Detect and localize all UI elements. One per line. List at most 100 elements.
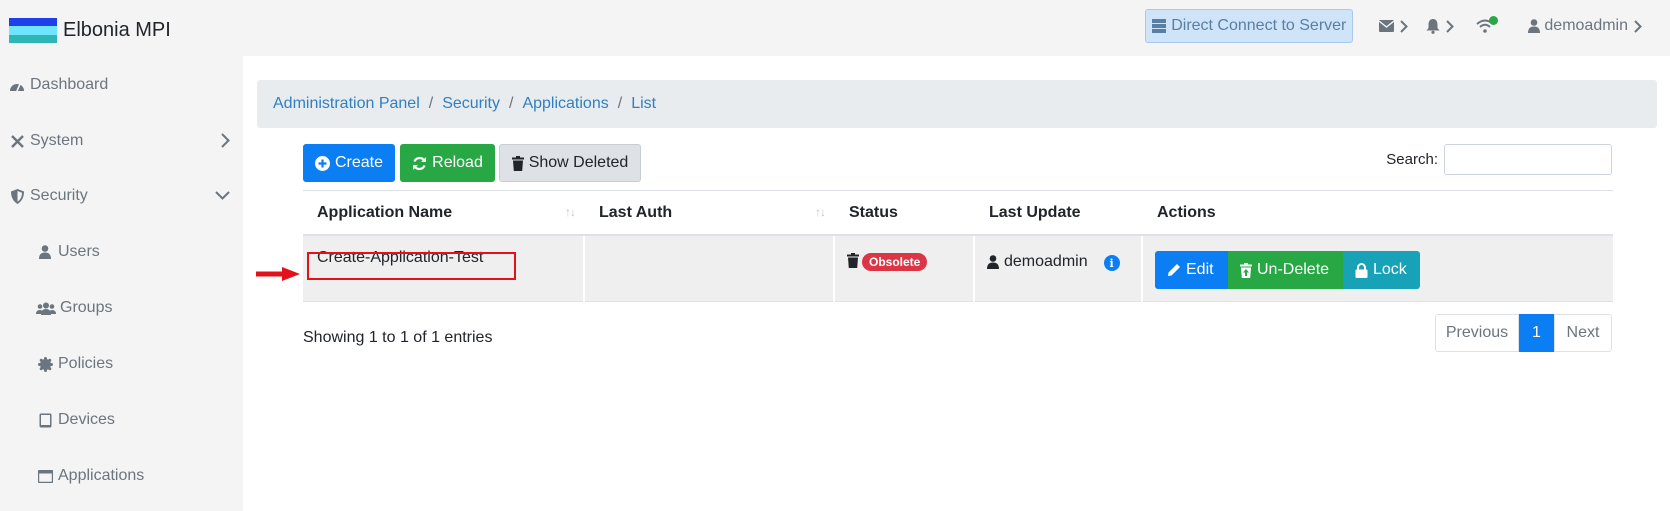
chevron-right-icon	[1634, 19, 1642, 33]
lock-icon	[1355, 262, 1368, 278]
trash-icon	[511, 155, 524, 171]
app-title: Elbonia MPI	[63, 19, 171, 41]
sidebar-item-label: Applications	[58, 467, 145, 484]
create-button[interactable]: Create	[303, 144, 395, 182]
sidebar-item-label: Policies	[58, 355, 114, 372]
breadcrumb: Administration Panel / Security / Applic…	[257, 80, 1657, 128]
online-status-dot	[1489, 16, 1499, 25]
users-icon	[36, 302, 56, 315]
column-header-application-name[interactable]: Application Name ↑↓	[303, 191, 585, 235]
last-auth-cell	[585, 236, 835, 302]
flag-logo	[9, 18, 57, 43]
chevron-down-icon	[215, 191, 230, 200]
search-input[interactable]	[1444, 144, 1612, 175]
search-box: Search:	[1386, 144, 1612, 175]
user-icon	[36, 245, 54, 259]
reload-button[interactable]: Reload	[400, 144, 495, 182]
sort-icon: ↑↓	[565, 205, 576, 219]
create-label: Create	[334, 154, 384, 171]
annotation-arrow-icon	[256, 267, 300, 281]
sort-icon: ↑↓	[815, 205, 826, 219]
sidebar-item-security[interactable]: Security	[0, 176, 243, 216]
sidebar-item-devices[interactable]: Devices	[0, 400, 243, 440]
lock-button[interactable]: Lock	[1343, 251, 1420, 289]
status-badge: Obsolete	[862, 253, 928, 271]
table-info: Showing 1 to 1 of 1 entries	[303, 329, 493, 346]
breadcrumb-security[interactable]: Security	[442, 95, 500, 113]
shield-icon	[8, 188, 26, 204]
sidebar-item-policies[interactable]: Policies	[0, 344, 243, 384]
refresh-icon	[413, 156, 427, 170]
search-label: Search:	[1386, 151, 1438, 168]
breadcrumb-separator: /	[617, 95, 623, 112]
reload-label: Reload	[432, 154, 483, 171]
last-update-cell: demoadmin i	[975, 236, 1143, 302]
table-header: Application Name ↑↓ Last Auth ↑↓ Status …	[303, 190, 1613, 236]
notifications-menu[interactable]	[1426, 18, 1455, 34]
pagination: Previous 1 Next	[1435, 314, 1612, 352]
sidebar-item-label: Devices	[58, 411, 115, 428]
tools-icon	[8, 134, 26, 149]
previous-page-button[interactable]: Previous	[1435, 314, 1519, 352]
breadcrumb-list[interactable]: List	[631, 95, 656, 113]
breadcrumb-separator: /	[428, 95, 434, 112]
breadcrumb-separator: /	[509, 95, 514, 112]
pencil-icon	[1168, 264, 1180, 276]
chevron-right-icon	[1400, 19, 1409, 33]
user-icon	[987, 255, 999, 269]
application-name-cell: Create-Application-Test	[303, 236, 585, 302]
brand[interactable]: Elbonia MPI	[9, 18, 171, 43]
window-icon	[36, 469, 54, 483]
column-header-actions: Actions	[1157, 204, 1216, 221]
trash-icon	[847, 253, 859, 268]
user-name: demoadmin	[1544, 17, 1628, 34]
trash-restore-icon	[1240, 262, 1252, 278]
table-row[interactable]: Create-Application-Test Obsolete demoadm…	[303, 236, 1613, 302]
sidebar-item-system[interactable]: System	[0, 121, 243, 161]
sidebar-item-label: Users	[58, 243, 100, 260]
show-deleted-label: Show Deleted	[528, 154, 629, 171]
direct-connect-button[interactable]: Direct Connect to Server	[1145, 9, 1354, 43]
sidebar: Dashboard System Security Users Groups P…	[0, 56, 243, 511]
main-content: Administration Panel / Security / Applic…	[243, 56, 1670, 511]
user-icon	[1528, 19, 1541, 33]
sidebar-item-label: Dashboard	[30, 76, 109, 93]
last-update-user: demoadmin	[1004, 253, 1088, 270]
show-deleted-button[interactable]: Show Deleted	[499, 144, 641, 182]
breadcrumb-administration-panel[interactable]: Administration Panel	[273, 95, 420, 113]
page-1-button[interactable]: 1	[1519, 314, 1554, 352]
sidebar-item-label: System	[30, 132, 84, 149]
plus-circle-icon	[314, 155, 330, 171]
direct-connect-label: Direct Connect to Server	[1171, 17, 1347, 34]
top-bar: Elbonia MPI Direct Connect to Server dem…	[0, 0, 1670, 56]
column-header-last-auth[interactable]: Last Auth ↑↓	[585, 191, 835, 235]
sidebar-item-groups[interactable]: Groups	[0, 288, 243, 328]
sidebar-item-users[interactable]: Users	[0, 232, 243, 272]
un-delete-button[interactable]: Un-Delete	[1228, 251, 1343, 289]
envelope-icon	[1379, 20, 1395, 32]
dashboard-icon	[8, 78, 26, 92]
applications-table: Application Name ↑↓ Last Auth ↑↓ Status …	[303, 190, 1613, 302]
sidebar-item-label: Security	[30, 187, 88, 204]
edit-button[interactable]: Edit	[1155, 251, 1228, 289]
chevron-right-icon	[1446, 19, 1455, 33]
chevron-right-icon	[221, 133, 230, 148]
sidebar-item-dashboard[interactable]: Dashboard	[0, 65, 243, 105]
annotation-highlight-box	[307, 252, 516, 280]
info-icon[interactable]: i	[1103, 255, 1120, 271]
bell-icon	[1426, 18, 1440, 34]
column-header-last-update: Last Update	[989, 204, 1081, 221]
messages-menu[interactable]	[1379, 19, 1409, 33]
certificate-icon	[36, 356, 54, 372]
user-menu[interactable]: demoadmin	[1528, 17, 1642, 35]
server-icon	[1152, 19, 1167, 33]
actions-cell: Edit Un-Delete Lock	[1143, 236, 1613, 302]
sidebar-item-applications[interactable]: Applications	[0, 456, 243, 496]
column-header-status: Status	[849, 204, 898, 221]
sidebar-item-label: Groups	[60, 299, 113, 316]
status-cell: Obsolete	[835, 236, 975, 302]
next-page-button[interactable]: Next	[1554, 314, 1612, 352]
tablet-icon	[36, 413, 54, 428]
connection-status[interactable]	[1476, 16, 1499, 33]
breadcrumb-applications[interactable]: Applications	[522, 95, 608, 113]
